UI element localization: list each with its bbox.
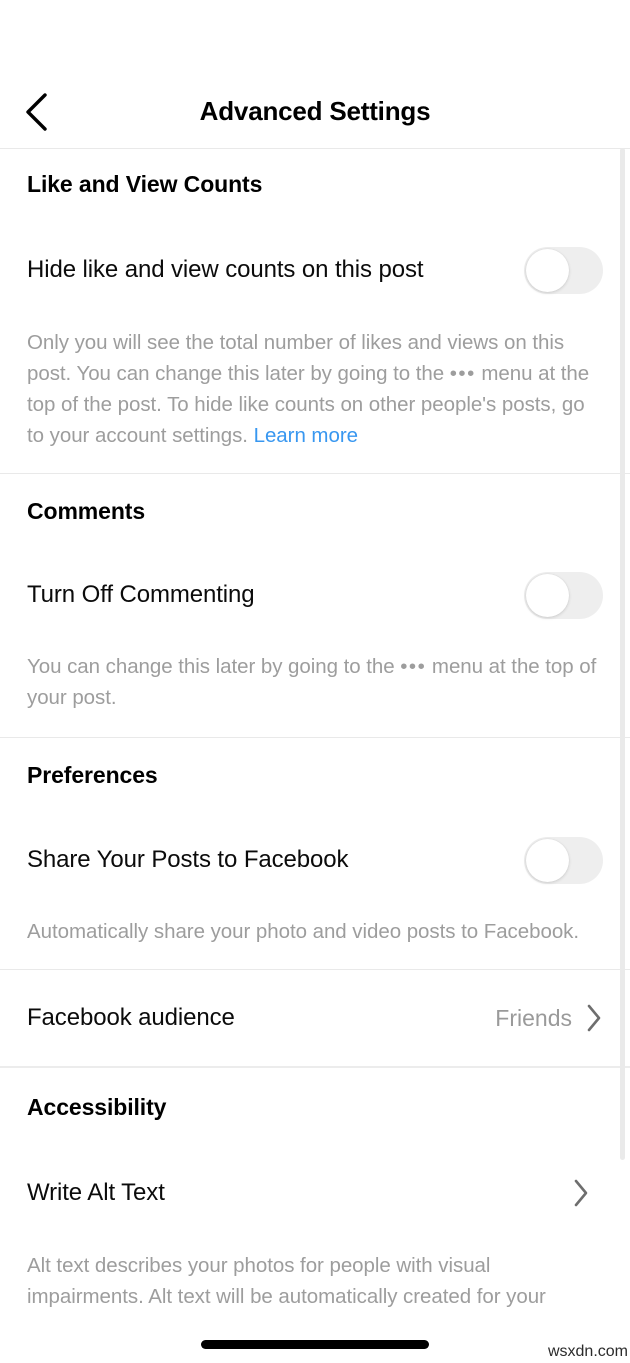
page-title: Advanced Settings (199, 96, 431, 126)
chevron-right-icon (586, 1003, 603, 1033)
section-accessibility: Accessibility Write Alt Text Alt text de… (0, 1068, 630, 1312)
description-preferences: Automatically share your photo and video… (27, 920, 580, 943)
vertical-scrollbar[interactable] (620, 148, 625, 1160)
row-facebook-audience[interactable]: Facebook audience Friends (27, 982, 603, 1054)
row-label-turn-off-commenting: Turn Off Commenting (27, 581, 255, 608)
chevron-right-icon (573, 1178, 590, 1208)
description-text-part-1: You can change this later by going to th… (27, 655, 401, 678)
toggle-knob (526, 573, 569, 617)
phone-screen: Advanced Settings Like and View Counts H… (0, 0, 630, 1363)
toggle-hide-like-and-view-counts[interactable] (524, 246, 603, 294)
description-like-and-view-counts: Only you will see the total number of li… (27, 327, 603, 451)
toggle-knob (526, 838, 569, 882)
toggle-knob (526, 248, 569, 292)
home-indicator[interactable] (201, 1340, 429, 1349)
row-hide-like-and-view-counts[interactable]: Hide like and view counts on this post (27, 244, 603, 296)
section-comments: Comments Turn Off Commenting You can cha… (0, 474, 630, 737)
row-turn-off-commenting[interactable]: Turn Off Commenting (27, 569, 603, 621)
learn-more-link[interactable]: Learn more (254, 424, 358, 447)
toggle-share-your-posts-to-facebook[interactable] (524, 836, 603, 884)
navigation-bar: Advanced Settings (0, 75, 630, 148)
section-title-preferences: Preferences (27, 762, 158, 788)
section-preferences: Preferences Share Your Posts to Facebook… (0, 738, 630, 969)
ellipsis-menu-icon: ••• (449, 362, 476, 385)
section-title-comments: Comments (27, 498, 146, 524)
row-label-write-alt-text: Write Alt Text (27, 1179, 165, 1206)
description-comments: You can change this later by going to th… (27, 651, 603, 713)
toggle-turn-off-commenting[interactable] (524, 571, 603, 619)
section-like-and-view-counts: Like and View Counts Hide like and view … (0, 149, 630, 473)
back-button[interactable] (14, 90, 58, 134)
row-label-hide-like-and-view-counts: Hide like and view counts on this post (27, 256, 424, 283)
section-title-accessibility: Accessibility (27, 1094, 167, 1120)
status-bar (0, 0, 630, 75)
row-share-your-posts-to-facebook[interactable]: Share Your Posts to Facebook (27, 834, 603, 886)
description-accessibility: Alt text describes your photos for peopl… (27, 1254, 546, 1308)
section-title-like-and-view-counts: Like and View Counts (27, 171, 263, 197)
row-value-facebook-audience: Friends (495, 1004, 572, 1031)
row-label-share-your-posts-to-facebook: Share Your Posts to Facebook (27, 846, 349, 873)
section-facebook-audience: Facebook audience Friends (0, 970, 630, 1066)
row-write-alt-text[interactable]: Write Alt Text (27, 1167, 603, 1219)
chevron-left-icon (23, 92, 49, 132)
watermark: wsxdn.com (545, 1342, 630, 1363)
ellipsis-menu-icon: ••• (400, 655, 427, 678)
row-label-facebook-audience: Facebook audience (27, 1004, 235, 1031)
